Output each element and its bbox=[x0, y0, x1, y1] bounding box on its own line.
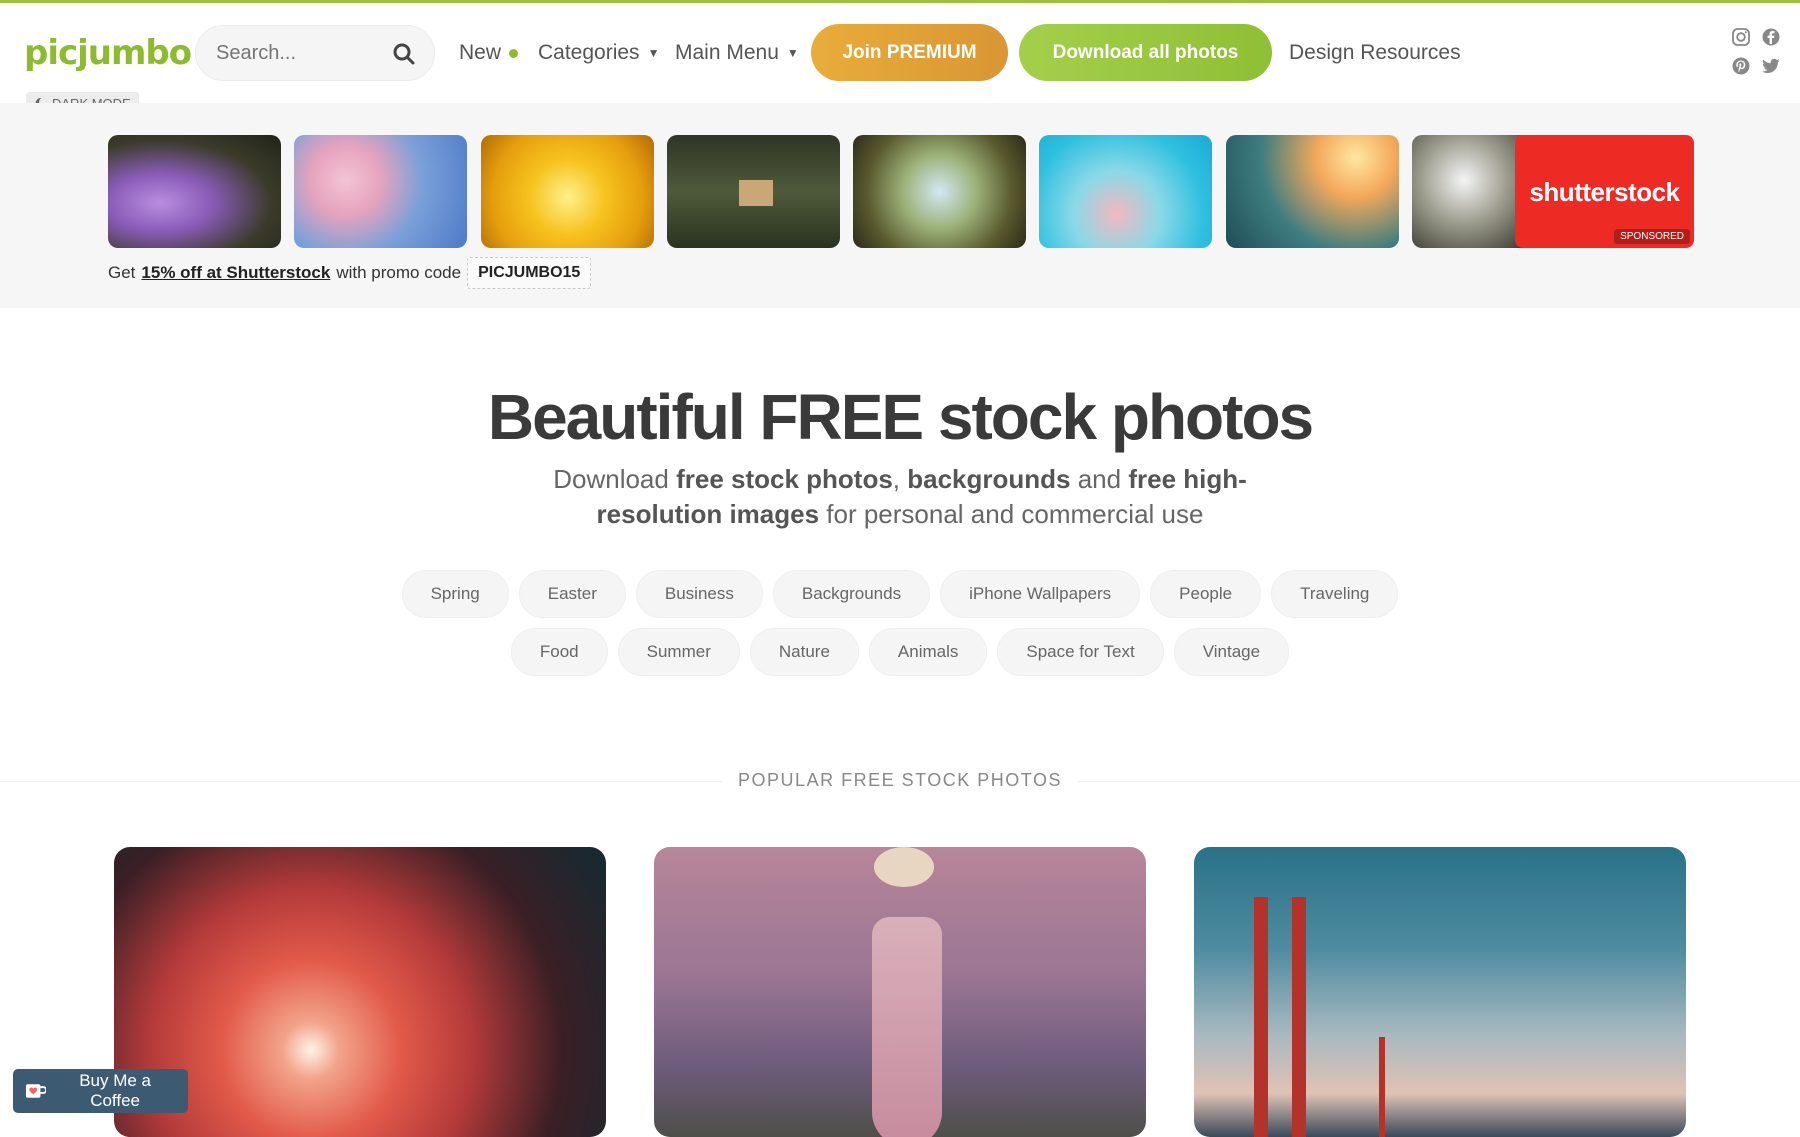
shutterstock-logo: shutterstock bbox=[1529, 177, 1680, 207]
search-box[interactable] bbox=[195, 25, 435, 81]
tag-nature[interactable]: Nature bbox=[749, 628, 859, 676]
nav-new[interactable]: New bbox=[459, 41, 519, 65]
bridge-tower-far bbox=[1379, 1037, 1385, 1137]
tag-vintage[interactable]: Vintage bbox=[1173, 628, 1290, 676]
nav-categories-label: Categories bbox=[538, 41, 640, 64]
nav-categories[interactable]: Categories ▼ bbox=[538, 41, 659, 65]
join-premium-button[interactable]: Join PREMIUM bbox=[811, 24, 1008, 81]
thumbnail-pink-flowers-sky[interactable] bbox=[1039, 135, 1212, 248]
download-all-photos-button[interactable]: Download all photos bbox=[1019, 24, 1272, 81]
sponsored-badge: SPONSORED bbox=[1614, 229, 1690, 244]
hat-shape bbox=[874, 847, 934, 887]
promo-prefix: Get bbox=[108, 263, 136, 282]
nav-main-menu[interactable]: Main Menu ▼ bbox=[675, 41, 799, 65]
tag-space-for-text[interactable]: Space for Text bbox=[997, 628, 1164, 676]
photo-card-lavender-woman[interactable] bbox=[654, 847, 1146, 1137]
facebook-icon[interactable] bbox=[1761, 27, 1781, 47]
tag-business[interactable]: Business bbox=[635, 570, 763, 618]
tag-animals[interactable]: Animals bbox=[868, 628, 988, 676]
pinterest-icon[interactable] bbox=[1731, 56, 1751, 76]
search-icon[interactable] bbox=[392, 42, 416, 66]
buy-me-a-coffee-label: Buy Me a Coffee bbox=[79, 1071, 151, 1110]
tag-iphone-wallpapers[interactable]: iPhone Wallpapers bbox=[940, 570, 1141, 618]
promo-code[interactable]: PICJUMBO15 bbox=[467, 257, 592, 289]
caret-down-icon: ▼ bbox=[786, 46, 799, 61]
twitter-icon[interactable] bbox=[1761, 56, 1781, 76]
thumbnail-cherry-blossoms[interactable] bbox=[294, 135, 467, 248]
nav-design-resources[interactable]: Design Resources bbox=[1289, 41, 1461, 65]
tag-summer[interactable]: Summer bbox=[617, 628, 740, 676]
bridge-tower-right bbox=[1292, 897, 1306, 1137]
bridge-tower-left bbox=[1254, 897, 1268, 1137]
tag-backgrounds[interactable]: Backgrounds bbox=[772, 570, 931, 618]
photo-card-golden-gate[interactable] bbox=[1194, 847, 1686, 1137]
thumbnail-birdhouse[interactable] bbox=[667, 135, 840, 248]
nav-new-label: New bbox=[459, 41, 502, 64]
birdhouse-shape bbox=[739, 180, 773, 206]
sponsored-photo-strip: shutterstock SPONSORED Get 15% off at Sh… bbox=[0, 103, 1800, 308]
page-subtitle: Download free stock photos, backgrounds … bbox=[553, 464, 1247, 529]
popular-section-heading: POPULAR FREE STOCK PHOTOS bbox=[0, 770, 1800, 791]
promo-mid-text: with promo code bbox=[336, 263, 462, 282]
tag-people[interactable]: People bbox=[1150, 570, 1262, 618]
thumbnail-blossoms-sunset[interactable] bbox=[1226, 135, 1399, 248]
tag-easter[interactable]: Easter bbox=[518, 570, 626, 618]
site-header: picjumbo New Categories ▼ Main Menu ▼ Join… bbox=[0, 3, 1800, 114]
new-indicator-dot bbox=[509, 48, 519, 58]
caret-down-icon: ▼ bbox=[647, 46, 660, 61]
page-title: Beautiful FREE stock photos bbox=[487, 381, 1314, 453]
category-tags-row-1: Spring Easter Business Backgrounds iPhon… bbox=[0, 570, 1800, 618]
category-tags-row-2: Food Summer Nature Animals Space for Tex… bbox=[0, 628, 1800, 676]
dress-shape bbox=[872, 917, 942, 1137]
instagram-icon[interactable] bbox=[1731, 27, 1751, 47]
shutterstock-ad[interactable]: shutterstock SPONSORED bbox=[1515, 135, 1694, 248]
shutterstock-discount-link[interactable]: 15% off at Shutterstock bbox=[141, 263, 330, 283]
nav-main-menu-label: Main Menu bbox=[675, 41, 779, 64]
tag-traveling[interactable]: Traveling bbox=[1271, 570, 1399, 618]
site-logo[interactable]: picjumbo bbox=[24, 33, 192, 73]
thumbnail-tree-buds[interactable] bbox=[853, 135, 1026, 248]
buy-me-a-coffee-button[interactable]: Buy Me a Coffee bbox=[13, 1069, 188, 1113]
search-input[interactable] bbox=[216, 41, 386, 65]
tag-food[interactable]: Food bbox=[510, 628, 608, 676]
promo-line: Get 15% off at Shutterstock with promo c… bbox=[108, 257, 592, 289]
thumbnail-yellow-flowers[interactable] bbox=[481, 135, 654, 248]
thumbnail-purple-crocus[interactable] bbox=[108, 135, 281, 248]
coffee-cup-icon bbox=[25, 1084, 47, 1098]
tag-spring[interactable]: Spring bbox=[401, 570, 509, 618]
popular-heading-text: POPULAR FREE STOCK PHOTOS bbox=[722, 770, 1078, 790]
